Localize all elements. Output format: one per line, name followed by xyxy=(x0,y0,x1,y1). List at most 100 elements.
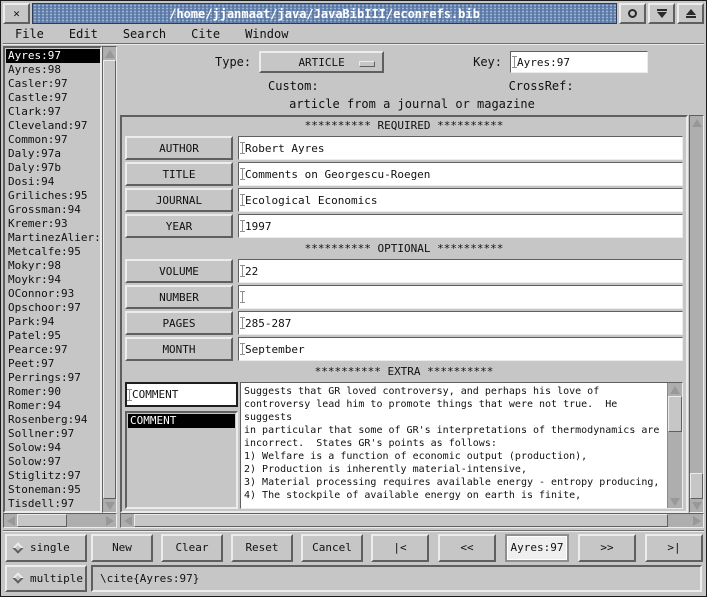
scroll-right-button[interactable] xyxy=(690,514,703,527)
scroll-right-button[interactable] xyxy=(103,514,116,527)
next-record-button[interactable]: >> xyxy=(578,534,636,562)
type-description: article from a journal or magazine xyxy=(120,97,704,115)
sidebar-vscrollbar[interactable] xyxy=(102,46,117,513)
window-menu-button[interactable] xyxy=(619,3,646,24)
reference-list-item[interactable]: Peet:97 xyxy=(6,357,100,371)
reference-list-item[interactable]: Solow:94 xyxy=(6,441,100,455)
reference-list-item[interactable]: Griliches:95 xyxy=(6,189,100,203)
reference-list-item[interactable]: Castle:97 xyxy=(6,91,100,105)
reference-list-item[interactable]: Moykr:94 xyxy=(6,273,100,287)
reference-list-item[interactable]: Daly:97b xyxy=(6,161,100,175)
reference-list-item[interactable]: Cleveland:97 xyxy=(6,119,100,133)
reference-list-item[interactable]: Park:94 xyxy=(6,315,100,329)
extra-field-name-input[interactable]: COMMENT xyxy=(125,382,238,407)
reference-list-item[interactable]: Patel:95 xyxy=(6,329,100,343)
field-label-button[interactable]: NUMBER xyxy=(125,285,233,309)
scroll-down-button[interactable] xyxy=(103,499,116,512)
lower-window-button[interactable] xyxy=(648,3,675,24)
first-record-button[interactable]: |< xyxy=(371,534,429,562)
menu-edit[interactable]: Edit xyxy=(69,27,98,41)
cancel-button[interactable]: Cancel xyxy=(301,534,363,562)
reference-list-item[interactable]: Romer:90 xyxy=(6,385,100,399)
field-label-button[interactable]: PAGES xyxy=(125,311,233,335)
extra-section-header: ********** EXTRA ********** xyxy=(125,363,683,381)
scrollbar-thumb[interactable] xyxy=(17,514,67,527)
comment-textarea[interactable]: Suggests that GR loved controversy, and … xyxy=(241,383,667,508)
scrollbar-thumb[interactable] xyxy=(668,396,682,432)
field-input[interactable]: Robert Ayres xyxy=(238,136,683,160)
extra-field-list[interactable]: COMMENT xyxy=(125,411,238,509)
field-input[interactable] xyxy=(238,285,683,309)
previous-record-button[interactable]: << xyxy=(438,534,496,562)
reset-button[interactable]: Reset xyxy=(231,534,293,562)
last-record-button[interactable]: >| xyxy=(645,534,703,562)
reference-list-item[interactable]: Mokyr:98 xyxy=(6,259,100,273)
reference-list-item[interactable]: Opschoor:97 xyxy=(6,301,100,315)
reference-list-item[interactable]: Rosenberg:94 xyxy=(6,413,100,427)
reference-list-item[interactable]: Tisdell:97 xyxy=(6,497,100,511)
scroll-down-button[interactable] xyxy=(668,495,681,508)
reference-list-item[interactable]: Ayres:97 xyxy=(6,49,100,63)
close-button[interactable]: ✕ xyxy=(3,3,30,24)
reference-list-item[interactable]: Common:97 xyxy=(6,133,100,147)
scrollbar-thumb[interactable] xyxy=(103,60,116,499)
reference-list-item[interactable]: Grossman:94 xyxy=(6,203,100,217)
new-button[interactable]: New xyxy=(91,534,153,562)
field-label-button[interactable]: MONTH xyxy=(125,337,233,361)
scrollbar-thumb[interactable] xyxy=(690,473,703,499)
reference-list-item[interactable]: Kremer:93 xyxy=(6,217,100,231)
field-label-button[interactable]: AUTHOR xyxy=(125,136,233,160)
scroll-left-button[interactable] xyxy=(4,514,17,527)
menu-search[interactable]: Search xyxy=(123,27,166,41)
extra-list-item[interactable]: COMMENT xyxy=(128,414,235,428)
type-dropdown[interactable]: ARTICLE xyxy=(259,51,384,73)
reference-list-item[interactable]: OConnor:93 xyxy=(6,287,100,301)
reference-list-item[interactable]: Ayres:98 xyxy=(6,63,100,77)
menu-cite[interactable]: Cite xyxy=(191,27,220,41)
reference-list-item[interactable]: Perrings:97 xyxy=(6,371,100,385)
field-input[interactable]: 22 xyxy=(238,259,683,283)
field-label-button[interactable]: VOLUME xyxy=(125,259,233,283)
reference-list-item[interactable]: Solow:97 xyxy=(6,455,100,469)
reference-list-item[interactable]: Daly:97a xyxy=(6,147,100,161)
reference-list-item[interactable]: Romer:94 xyxy=(6,399,100,413)
scroll-up-button[interactable] xyxy=(690,116,703,129)
reference-list-item[interactable]: Stoneman:95 xyxy=(6,483,100,497)
current-record-field[interactable]: Ayres:97 xyxy=(505,534,569,562)
reference-list-item[interactable]: Clark:97 xyxy=(6,105,100,119)
key-input[interactable]: Ayres:97 xyxy=(510,51,648,73)
sidebar-hscrollbar[interactable] xyxy=(3,513,117,528)
main-vscrollbar[interactable] xyxy=(689,115,704,513)
reference-list-item[interactable]: MartinezAlier:9 xyxy=(6,231,100,245)
mode-single-radio[interactable]: single xyxy=(5,534,87,562)
scroll-up-button[interactable] xyxy=(103,47,116,60)
field-input[interactable]: 285-287 xyxy=(238,311,683,335)
main-hscrollbar[interactable] xyxy=(120,513,704,528)
scroll-left-button[interactable] xyxy=(121,514,134,527)
window-titlebar[interactable]: /home/jjanmaat/java/JavaBibIII/econrefs.… xyxy=(32,3,617,24)
field-input[interactable]: 1997 xyxy=(238,214,683,238)
field-input[interactable]: September xyxy=(238,337,683,361)
field-input[interactable]: Ecological Economics xyxy=(238,188,683,212)
reference-list-item[interactable]: Casler:97 xyxy=(6,77,100,91)
menu-file[interactable]: File xyxy=(15,27,44,41)
scroll-down-button[interactable] xyxy=(690,499,703,512)
mode-multiple-radio[interactable]: multiple xyxy=(5,565,87,593)
field-label-button[interactable]: YEAR xyxy=(125,214,233,238)
menu-window[interactable]: Window xyxy=(245,27,288,41)
scroll-up-button[interactable] xyxy=(668,383,681,396)
reference-list-item[interactable]: Stiglitz:97 xyxy=(6,469,100,483)
comment-vscrollbar[interactable] xyxy=(667,383,682,508)
reference-list[interactable]: Ayres:97Ayres:98Casler:97Castle:97Clark:… xyxy=(3,46,102,513)
field-input[interactable]: Comments on Georgescu-Roegen xyxy=(238,162,683,186)
reference-list-item[interactable]: Dosi:94 xyxy=(6,175,100,189)
reference-list-item[interactable]: Sollner:97 xyxy=(6,427,100,441)
raise-window-button[interactable] xyxy=(677,3,704,24)
field-label-button[interactable]: JOURNAL xyxy=(125,188,233,212)
scrollbar-thumb[interactable] xyxy=(134,514,668,527)
field-label-button[interactable]: TITLE xyxy=(125,162,233,186)
cite-field[interactable]: \cite{Ayres:97} xyxy=(91,565,702,593)
clear-button[interactable]: Clear xyxy=(161,534,223,562)
reference-list-item[interactable]: Pearce:97 xyxy=(6,343,100,357)
reference-list-item[interactable]: Metcalfe:95 xyxy=(6,245,100,259)
